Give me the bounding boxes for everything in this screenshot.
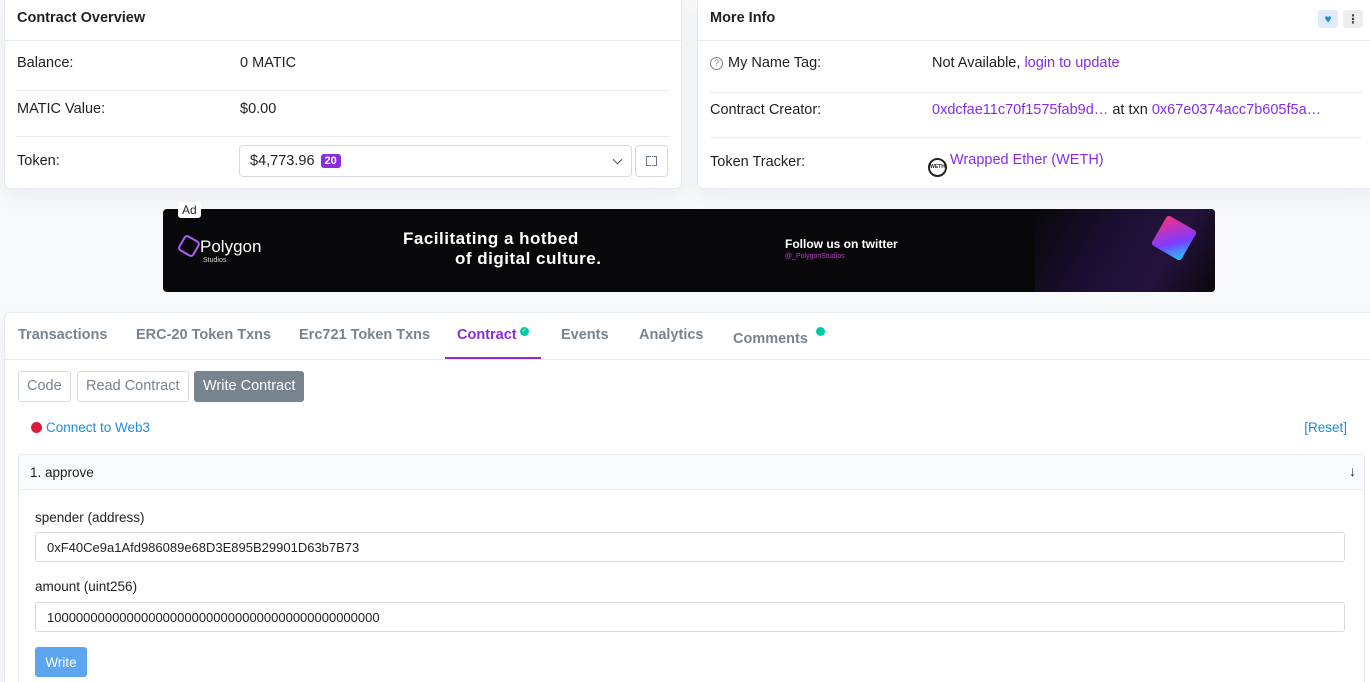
polygon-cube-icon [1150, 214, 1198, 262]
token-label: Token: [17, 153, 60, 169]
ad-tagline: Facilitating a hotbed of digital culture… [403, 229, 601, 269]
approve-function-title: 1. approve [30, 465, 94, 480]
polygon-logo-icon [176, 233, 202, 259]
token-tracker-row: Token Tracker: WETH Wrapped Ether (WETH) [710, 146, 1362, 182]
name-tag-label-text: My Name Tag: [728, 55, 822, 71]
amount-input[interactable] [35, 602, 1345, 632]
connect-to-web3-label: Connect to Web3 [46, 420, 151, 435]
login-to-update-link[interactable]: login to update [1024, 55, 1119, 71]
question-circle-icon: ? [710, 57, 723, 70]
token-count-badge: 20 [320, 154, 341, 168]
spender-input[interactable] [35, 532, 1345, 562]
subtab-write-contract[interactable]: Write Contract [194, 371, 305, 402]
more-options-icon[interactable]: ⋮ [1343, 10, 1363, 28]
heart-icon[interactable]: ♥ [1318, 10, 1338, 28]
spender-label: spender (address) [35, 510, 145, 525]
tab-contract[interactable]: Contract ✓ [457, 327, 529, 343]
polygon-sub-text: Studios [203, 257, 227, 264]
balance-label: Balance: [17, 55, 74, 71]
new-comments-dot-icon [815, 327, 825, 336]
ad-label: Ad [178, 202, 201, 218]
ad-follow-text: Follow us on twitter [785, 237, 898, 251]
verified-check-icon: ✓ [519, 327, 529, 336]
subtab-read-contract[interactable]: Read Contract [77, 371, 189, 402]
more-info-title-text: More Info [710, 10, 776, 26]
token-tracker-label: Token Tracker: [710, 154, 806, 170]
arrow-down-icon[interactable]: ↓ [1349, 463, 1356, 479]
contract-overview-title: Contract Overview [5, 0, 681, 41]
contract-creator-row: Contract Creator: 0xdcfae11c70f1575fab9d… [710, 93, 1362, 138]
ad-twitter-handle: @_PolygonStudios [785, 253, 845, 260]
token-dropdown[interactable]: $4,773.96 20 [239, 145, 632, 177]
tab-contract-label: Contract [457, 327, 517, 343]
matic-value-label: MATIC Value: [17, 101, 106, 117]
matic-value-value: $0.00 [240, 101, 277, 117]
balance-row: Balance: 0 MATIC [17, 45, 669, 91]
active-tab-indicator [445, 357, 541, 359]
reset-link[interactable]: [Reset] [1304, 420, 1347, 435]
wrapped-ether-link[interactable]: Wrapped Ether (WETH) [950, 152, 1104, 168]
creator-at-txn-text: at txn [1112, 102, 1148, 118]
contract-tabs-panel: Transactions ERC-20 Token Txns Erc721 To… [4, 312, 1370, 682]
ad-tagline-line1: Facilitating a hotbed [403, 229, 579, 248]
ad-banner[interactable]: Polygon Studios Facilitating a hotbed of… [163, 209, 1215, 292]
polygon-studios-logo: Polygon Studios [176, 233, 262, 264]
token-row: Token: $4,773.96 20 [17, 145, 669, 181]
contract-creator-label: Contract Creator: [710, 102, 822, 118]
name-tag-row: ? My Name Tag: Not Available, login to up… [710, 45, 1362, 93]
amount-label: amount (uint256) [35, 579, 138, 594]
ad-artwork [1035, 209, 1215, 292]
more-info-card: More Info ♥ ⋮ ? My Name Tag: Not Availabl… [697, 0, 1370, 189]
tab-analytics[interactable]: Analytics [639, 327, 703, 343]
name-tag-label: ? My Name Tag: [710, 55, 821, 71]
token-value: $4,773.96 [250, 153, 315, 169]
more-info-title: More Info ♥ ⋮ [698, 0, 1370, 41]
tab-bar: Transactions ERC-20 Token Txns Erc721 To… [5, 313, 1370, 360]
connect-to-web3-link[interactable]: Connect to Web3 [31, 420, 150, 435]
balance-value: 0 MATIC [240, 55, 297, 71]
tab-events[interactable]: Events [561, 327, 609, 343]
creator-txn-link[interactable]: 0x67e0374acc7b605f5a… [1152, 102, 1321, 118]
disconnected-status-icon [31, 422, 42, 433]
ad-tagline-line2: of digital culture. [455, 249, 602, 268]
approve-function-header[interactable]: 1. approve ↓ [19, 455, 1364, 490]
tab-erc20-token-txns[interactable]: ERC-20 Token Txns [136, 327, 271, 343]
write-button[interactable]: Write [35, 647, 87, 677]
weth-token-icon: WETH [928, 158, 947, 177]
tab-comments-label: Comments [733, 331, 808, 347]
approve-function-card: 1. approve ↓ spender (address) amount (u… [18, 454, 1365, 682]
polygon-brand-text: Polygon [200, 237, 262, 256]
tab-erc721-token-txns[interactable]: Erc721 Token Txns [299, 327, 430, 343]
name-tag-value-text: Not Available, [932, 55, 1021, 71]
expand-icon[interactable] [635, 145, 668, 177]
matic-value-row: MATIC Value: $0.00 [17, 91, 669, 137]
tab-transactions[interactable]: Transactions [18, 327, 107, 343]
contract-creator-value: 0xdcfae11c70f1575fab9d… at txn 0x67e0374… [932, 102, 1321, 118]
token-tracker-value: WETH Wrapped Ether (WETH) [928, 152, 1104, 177]
name-tag-value: Not Available, login to update [932, 55, 1120, 71]
creator-address-link[interactable]: 0xdcfae11c70f1575fab9d… [932, 102, 1108, 118]
subtab-code[interactable]: Code [18, 371, 71, 402]
contract-overview-card: Contract Overview Balance: 0 MATIC MATIC… [4, 0, 682, 189]
tab-comments[interactable]: Comments [733, 327, 825, 347]
chevron-down-icon [612, 154, 623, 165]
